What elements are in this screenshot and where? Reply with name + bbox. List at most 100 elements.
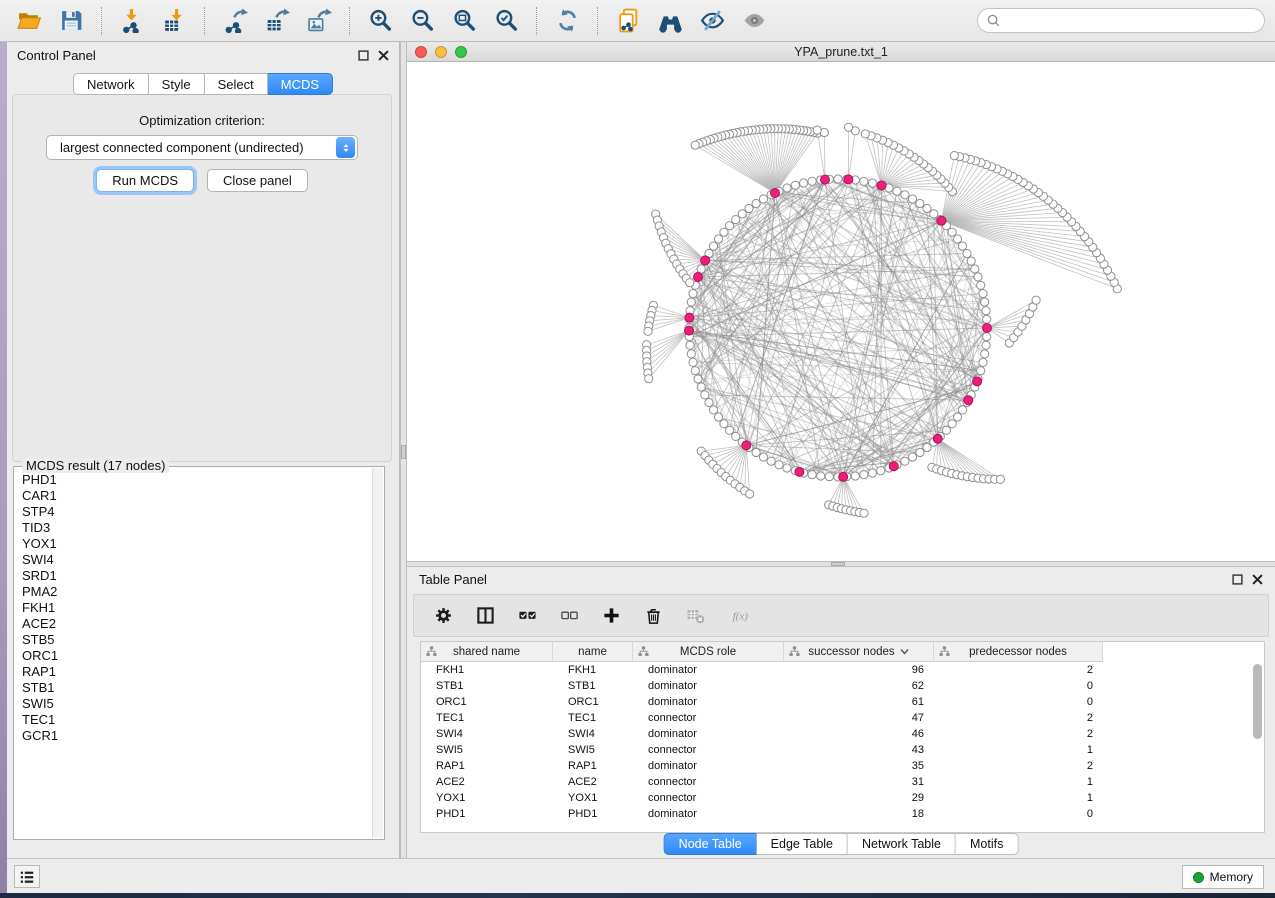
table-row[interactable]: FKH1FKH1dominator962 <box>421 662 1264 678</box>
table-cell[interactable]: FKH1 <box>553 662 633 678</box>
float-window-icon[interactable] <box>358 50 369 61</box>
table-cell[interactable]: SWI5 <box>421 742 553 758</box>
export-network-icon[interactable] <box>216 5 254 37</box>
mcds-result-item[interactable]: SWI4 <box>22 552 372 568</box>
sort-chevron-icon[interactable] <box>900 648 909 655</box>
table-cell[interactable]: dominator <box>633 806 784 822</box>
mcds-result-item[interactable]: PHD1 <box>22 472 372 488</box>
table-row[interactable]: STB1STB1dominator620 <box>421 678 1264 694</box>
table-cell[interactable]: 1 <box>934 790 1103 806</box>
tab-motifs[interactable]: Motifs <box>956 833 1018 855</box>
table-cell[interactable]: STB1 <box>553 678 633 694</box>
table-row[interactable]: ORC1ORC1dominator610 <box>421 694 1264 710</box>
close-panel-icon[interactable] <box>378 50 389 61</box>
tab-network[interactable]: Network <box>73 73 149 95</box>
table-cell[interactable]: 29 <box>784 790 934 806</box>
table-cell[interactable]: dominator <box>633 726 784 742</box>
table-cell[interactable]: 43 <box>784 742 934 758</box>
mcds-result-item[interactable]: YOX1 <box>22 536 372 552</box>
network-graph[interactable] <box>407 62 1275 561</box>
split-panel-icon[interactable] <box>474 605 496 627</box>
search-network-icon[interactable] <box>651 5 689 37</box>
table-row[interactable]: ACE2ACE2connector311 <box>421 774 1264 790</box>
table-cell[interactable]: 47 <box>784 710 934 726</box>
mcds-result-item[interactable]: RAP1 <box>22 664 372 680</box>
table-row[interactable]: YOX1YOX1connector291 <box>421 790 1264 806</box>
tab-style[interactable]: Style <box>149 73 205 95</box>
table-cell[interactable]: SWI4 <box>553 726 633 742</box>
table-cell[interactable]: connector <box>633 774 784 790</box>
delete-entry-icon[interactable] <box>642 605 664 627</box>
tab-mcds[interactable]: MCDS <box>268 73 333 95</box>
table-cell[interactable]: FKH1 <box>421 662 553 678</box>
table-row[interactable]: PHD1PHD1dominator180 <box>421 806 1264 822</box>
deselect-all-icon[interactable] <box>558 605 580 627</box>
table-cell[interactable]: RAP1 <box>421 758 553 774</box>
vertical-splitter[interactable] <box>400 42 407 858</box>
run-mcds-button[interactable]: Run MCDS <box>96 169 194 192</box>
table-cell[interactable]: 61 <box>784 694 934 710</box>
mcds-list-scrollbar[interactable] <box>372 468 383 838</box>
column-header-successor-nodes[interactable]: successor nodes <box>784 642 934 662</box>
duplicate-network-icon[interactable] <box>609 5 647 37</box>
optimization-criterion-select[interactable]: largest connected component (undirected) <box>46 135 358 160</box>
search-input[interactable] <box>1005 14 1256 28</box>
table-cell[interactable]: dominator <box>633 662 784 678</box>
mcds-result-item[interactable]: STP4 <box>22 504 372 520</box>
column-header-MCDS-role[interactable]: MCDS role <box>633 642 784 662</box>
table-cell[interactable]: TEC1 <box>553 710 633 726</box>
table-cell[interactable]: 0 <box>934 694 1103 710</box>
tab-node-table[interactable]: Node Table <box>664 833 757 855</box>
add-entry-icon[interactable] <box>600 605 622 627</box>
table-cell[interactable]: connector <box>633 790 784 806</box>
open-file-icon[interactable] <box>10 5 48 37</box>
column-header-predecessor-nodes[interactable]: predecessor nodes <box>934 642 1103 662</box>
table-row[interactable]: SWI4SWI4dominator462 <box>421 726 1264 742</box>
save-session-icon[interactable] <box>52 5 90 37</box>
table-cell[interactable]: SWI5 <box>553 742 633 758</box>
table-cell[interactable]: dominator <box>633 678 784 694</box>
table-cell[interactable]: 62 <box>784 678 934 694</box>
zoom-in-icon[interactable] <box>361 5 399 37</box>
table-cell[interactable]: 35 <box>784 758 934 774</box>
import-table-icon[interactable] <box>155 5 193 37</box>
table-row[interactable]: RAP1RAP1dominator352 <box>421 758 1264 774</box>
mcds-result-item[interactable]: TEC1 <box>22 712 372 728</box>
table-cell[interactable]: ACE2 <box>553 774 633 790</box>
table-cell[interactable]: STB1 <box>421 678 553 694</box>
table-cell[interactable]: dominator <box>633 694 784 710</box>
zoom-out-icon[interactable] <box>403 5 441 37</box>
table-cell[interactable]: 0 <box>934 806 1103 822</box>
table-cell[interactable]: PHD1 <box>421 806 553 822</box>
vertical-splitter-handle[interactable] <box>401 445 406 459</box>
mcds-result-item[interactable]: SWI5 <box>22 696 372 712</box>
table-cell[interactable]: 1 <box>934 742 1103 758</box>
export-image-icon[interactable] <box>300 5 338 37</box>
table-cell[interactable]: 1 <box>934 774 1103 790</box>
select-all-icon[interactable] <box>516 605 538 627</box>
mcds-result-item[interactable]: TID3 <box>22 520 372 536</box>
table-cell[interactable]: 2 <box>934 726 1103 742</box>
table-cell[interactable]: ORC1 <box>421 694 553 710</box>
hide-graphics-details-icon[interactable] <box>693 5 731 37</box>
table-cell[interactable]: 18 <box>784 806 934 822</box>
table-cell[interactable]: 2 <box>934 710 1103 726</box>
table-cell[interactable]: 96 <box>784 662 934 678</box>
close-panel-button[interactable]: Close panel <box>207 169 308 192</box>
mcds-result-item[interactable]: SRD1 <box>22 568 372 584</box>
column-header-shared-name[interactable]: shared name <box>421 642 553 662</box>
network-canvas[interactable] <box>407 62 1275 561</box>
mcds-result-item[interactable]: FKH1 <box>22 600 372 616</box>
task-history-button[interactable] <box>14 865 40 888</box>
table-cell[interactable]: 2 <box>934 758 1103 774</box>
table-row[interactable]: SWI5SWI5connector431 <box>421 742 1264 758</box>
network-search-box[interactable] <box>977 8 1265 33</box>
mcds-result-item[interactable]: CAR1 <box>22 488 372 504</box>
table-cell[interactable]: YOX1 <box>553 790 633 806</box>
mcds-result-item[interactable]: PMA2 <box>22 584 372 600</box>
zoom-fit-icon[interactable] <box>445 5 483 37</box>
table-cell[interactable]: 0 <box>934 678 1103 694</box>
mcds-result-list[interactable]: PHD1CAR1STP4TID3YOX1SWI4SRD1PMA2FKH1ACE2… <box>15 468 372 838</box>
tab-select[interactable]: Select <box>205 73 268 95</box>
table-cell[interactable]: RAP1 <box>553 758 633 774</box>
